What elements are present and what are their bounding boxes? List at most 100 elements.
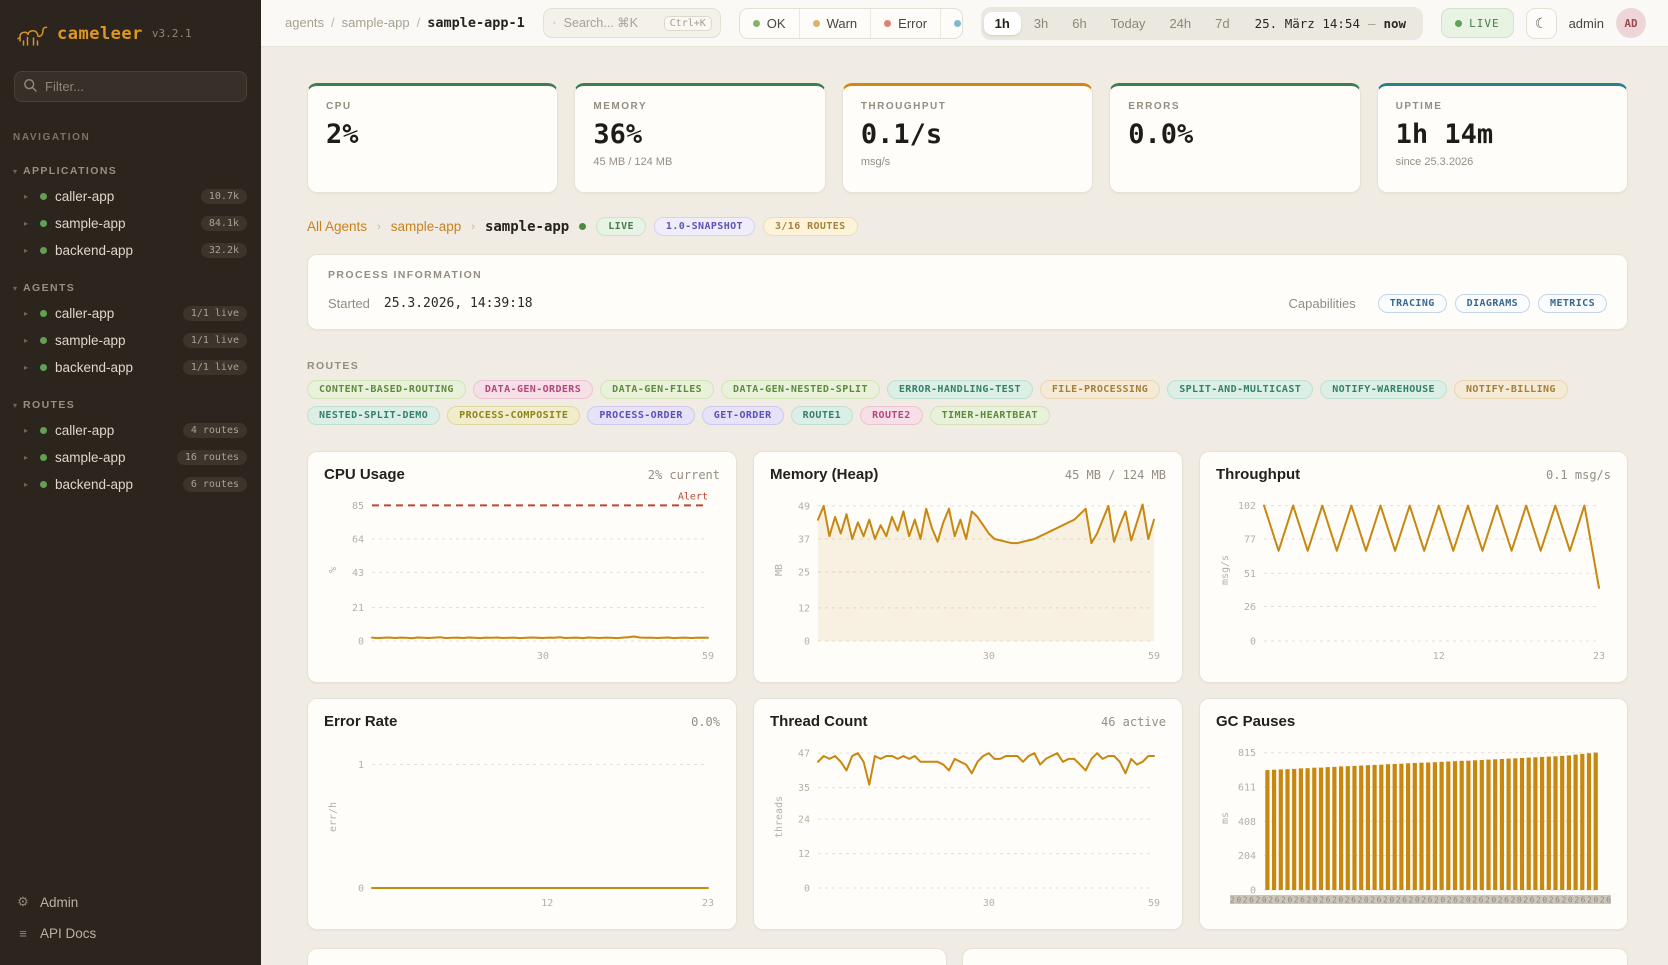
status-dot-icon xyxy=(40,481,47,488)
svg-text:12: 12 xyxy=(541,898,553,909)
chevron-down-icon: ▾ xyxy=(13,284,17,293)
svg-text:59: 59 xyxy=(702,651,714,662)
status-filter[interactable]: Running xyxy=(941,9,963,38)
route-pill[interactable]: NOTIFY-BILLING xyxy=(1454,380,1568,399)
breadcrumb-sample-app[interactable]: sample-app xyxy=(342,15,410,30)
range-button[interactable]: 24h xyxy=(1158,12,1202,35)
route-pill[interactable]: DATA-GEN-FILES xyxy=(600,380,714,399)
breadcrumb-agents[interactable]: agents xyxy=(285,15,324,30)
stat-card: ERRORS 0.0% xyxy=(1109,83,1360,193)
range-button[interactable]: 6h xyxy=(1061,12,1097,35)
svg-text:408: 408 xyxy=(1238,817,1256,828)
capability-badge: METRICS xyxy=(1538,294,1607,313)
route-pill[interactable]: FILE-PROCESSING xyxy=(1040,380,1160,399)
date-range[interactable]: 25. März 14:54 – now xyxy=(1243,16,1420,31)
sidebar-group-label: ROUTES xyxy=(23,399,75,411)
avatar[interactable]: AD xyxy=(1616,8,1646,38)
range-button[interactable]: 7d xyxy=(1204,12,1240,35)
chart-current-value: 0.1 msg/s xyxy=(1546,468,1611,482)
sidebar-item[interactable]: ▸ backend-app 32.2k xyxy=(0,237,261,264)
sidebar-item[interactable]: ▸ caller-app 1/1 live xyxy=(0,300,261,327)
route-pill[interactable]: ROUTE2 xyxy=(860,406,923,425)
status-dot-icon xyxy=(40,193,47,200)
route-pill[interactable]: NESTED-SPLIT-DEMO xyxy=(307,406,440,425)
sidebar-group-header[interactable]: ▾ AGENTS xyxy=(0,278,261,300)
route-pill[interactable]: ERROR-HANDLING-TEST xyxy=(887,380,1033,399)
stat-value: 2% xyxy=(326,119,539,150)
sidebar-group-header[interactable]: ▾ ROUTES xyxy=(0,395,261,417)
app-logo: cameleer v3.2.1 xyxy=(0,0,261,61)
svg-text:25: 25 xyxy=(798,568,810,579)
sidebar-footer: ⚙ Admin ≡ API Docs xyxy=(0,886,261,949)
status-dot-icon xyxy=(40,310,47,317)
date-separator: – xyxy=(1368,16,1376,31)
chevron-right-icon: ▸ xyxy=(24,453,32,462)
app-version: v3.2.1 xyxy=(152,27,192,40)
sidebar-item-badge: 16 routes xyxy=(177,450,247,465)
route-pill[interactable]: ROUTE1 xyxy=(791,406,854,425)
route-pill[interactable]: DATA-GEN-NESTED-SPLIT xyxy=(721,380,880,399)
sidebar-group: ▾ APPLICATIONS ▸ caller-app 10.7k xyxy=(0,161,261,264)
agent-app-link[interactable]: sample-app xyxy=(391,219,462,234)
filter-input[interactable] xyxy=(14,71,247,102)
route-pill[interactable]: TIMER-HEARTBEAT xyxy=(930,406,1050,425)
route-pill[interactable]: DATA-GEN-ORDERS xyxy=(473,380,593,399)
sidebar-item[interactable]: ▸ sample-app 1/1 live xyxy=(0,327,261,354)
svg-text:35: 35 xyxy=(798,783,810,794)
search-input[interactable] xyxy=(564,16,656,30)
route-pill[interactable]: PROCESS-ORDER xyxy=(587,406,694,425)
sidebar-item-admin[interactable]: ⚙ Admin xyxy=(0,886,261,918)
sidebar-item[interactable]: ▸ caller-app 10.7k xyxy=(0,183,261,210)
dark-mode-toggle[interactable]: ☾ xyxy=(1526,8,1557,39)
svg-text:30: 30 xyxy=(537,651,549,662)
capability-badge: DIAGRAMS xyxy=(1455,294,1530,313)
sidebar-item[interactable]: ▸ sample-app 84.1k xyxy=(0,210,261,237)
sidebar-item[interactable]: ▸ backend-app 6 routes xyxy=(0,471,261,498)
user-name: admin xyxy=(1569,16,1604,31)
range-button[interactable]: Today xyxy=(1100,12,1157,35)
live-toggle[interactable]: LIVE xyxy=(1441,8,1514,38)
status-dot-icon xyxy=(753,20,760,27)
sidebar-item-label: backend-app xyxy=(55,243,133,258)
admin-label: Admin xyxy=(40,895,78,910)
gc-pauses-chart: 0204408611815ms2026202620262026202620262… xyxy=(1216,734,1611,910)
navigation-label: NAVIGATION xyxy=(0,106,261,147)
range-button[interactable]: 3h xyxy=(1023,12,1059,35)
sidebar-item[interactable]: ▸ sample-app 16 routes xyxy=(0,444,261,471)
chart-current-value: 46 active xyxy=(1101,715,1166,729)
list-icon: ≡ xyxy=(16,926,30,941)
capability-badge: TRACING xyxy=(1378,294,1447,313)
status-filter[interactable]: OK xyxy=(740,9,800,38)
route-pill[interactable]: PROCESS-COMPOSITE xyxy=(447,406,580,425)
route-pill[interactable]: NOTIFY-WAREHOUSE xyxy=(1320,380,1447,399)
sidebar-item-api-docs[interactable]: ≡ API Docs xyxy=(0,918,261,949)
chevron-right-icon: ▸ xyxy=(24,336,32,345)
chevron-right-icon: ▸ xyxy=(24,480,32,489)
process-information-card: PROCESS INFORMATION Started 25.3.2026, 1… xyxy=(307,254,1628,330)
route-pill[interactable]: CONTENT-BASED-ROUTING xyxy=(307,380,466,399)
svg-text:815: 815 xyxy=(1238,748,1256,759)
all-agents-link[interactable]: All Agents xyxy=(307,219,367,234)
status-filter[interactable]: Error xyxy=(871,9,941,38)
stat-card: THROUGHPUT 0.1/s msg/s xyxy=(842,83,1093,193)
stat-subtext: msg/s xyxy=(861,156,1074,168)
charts-grid: CPU Usage2% current 021436485%3059Alert … xyxy=(307,451,1628,930)
svg-text:%: % xyxy=(328,567,339,573)
chevron-right-icon: ▸ xyxy=(24,426,32,435)
status-filter[interactable]: Warn xyxy=(800,9,872,38)
sidebar-group-header[interactable]: ▾ APPLICATIONS xyxy=(0,161,261,183)
sidebar-item[interactable]: ▸ caller-app 4 routes xyxy=(0,417,261,444)
range-button[interactable]: 1h xyxy=(984,12,1021,35)
chart-title: CPU Usage xyxy=(324,466,405,483)
route-pill[interactable]: SPLIT-AND-MULTICAST xyxy=(1167,380,1313,399)
svg-text:ms: ms xyxy=(1220,812,1231,824)
route-pill[interactable]: GET-ORDER xyxy=(702,406,784,425)
started-label: Started xyxy=(328,296,370,311)
topbar: agents/sample-app/sample-app-1 Ctrl+K OK… xyxy=(261,0,1668,47)
chevron-right-icon: ▸ xyxy=(24,219,32,228)
breadcrumb-current: sample-app-1 xyxy=(427,15,525,31)
sidebar-item-badge: 10.7k xyxy=(201,189,247,204)
svg-text:611: 611 xyxy=(1238,783,1256,794)
stat-label: MEMORY xyxy=(593,101,806,112)
sidebar-item[interactable]: ▸ backend-app 1/1 live xyxy=(0,354,261,381)
